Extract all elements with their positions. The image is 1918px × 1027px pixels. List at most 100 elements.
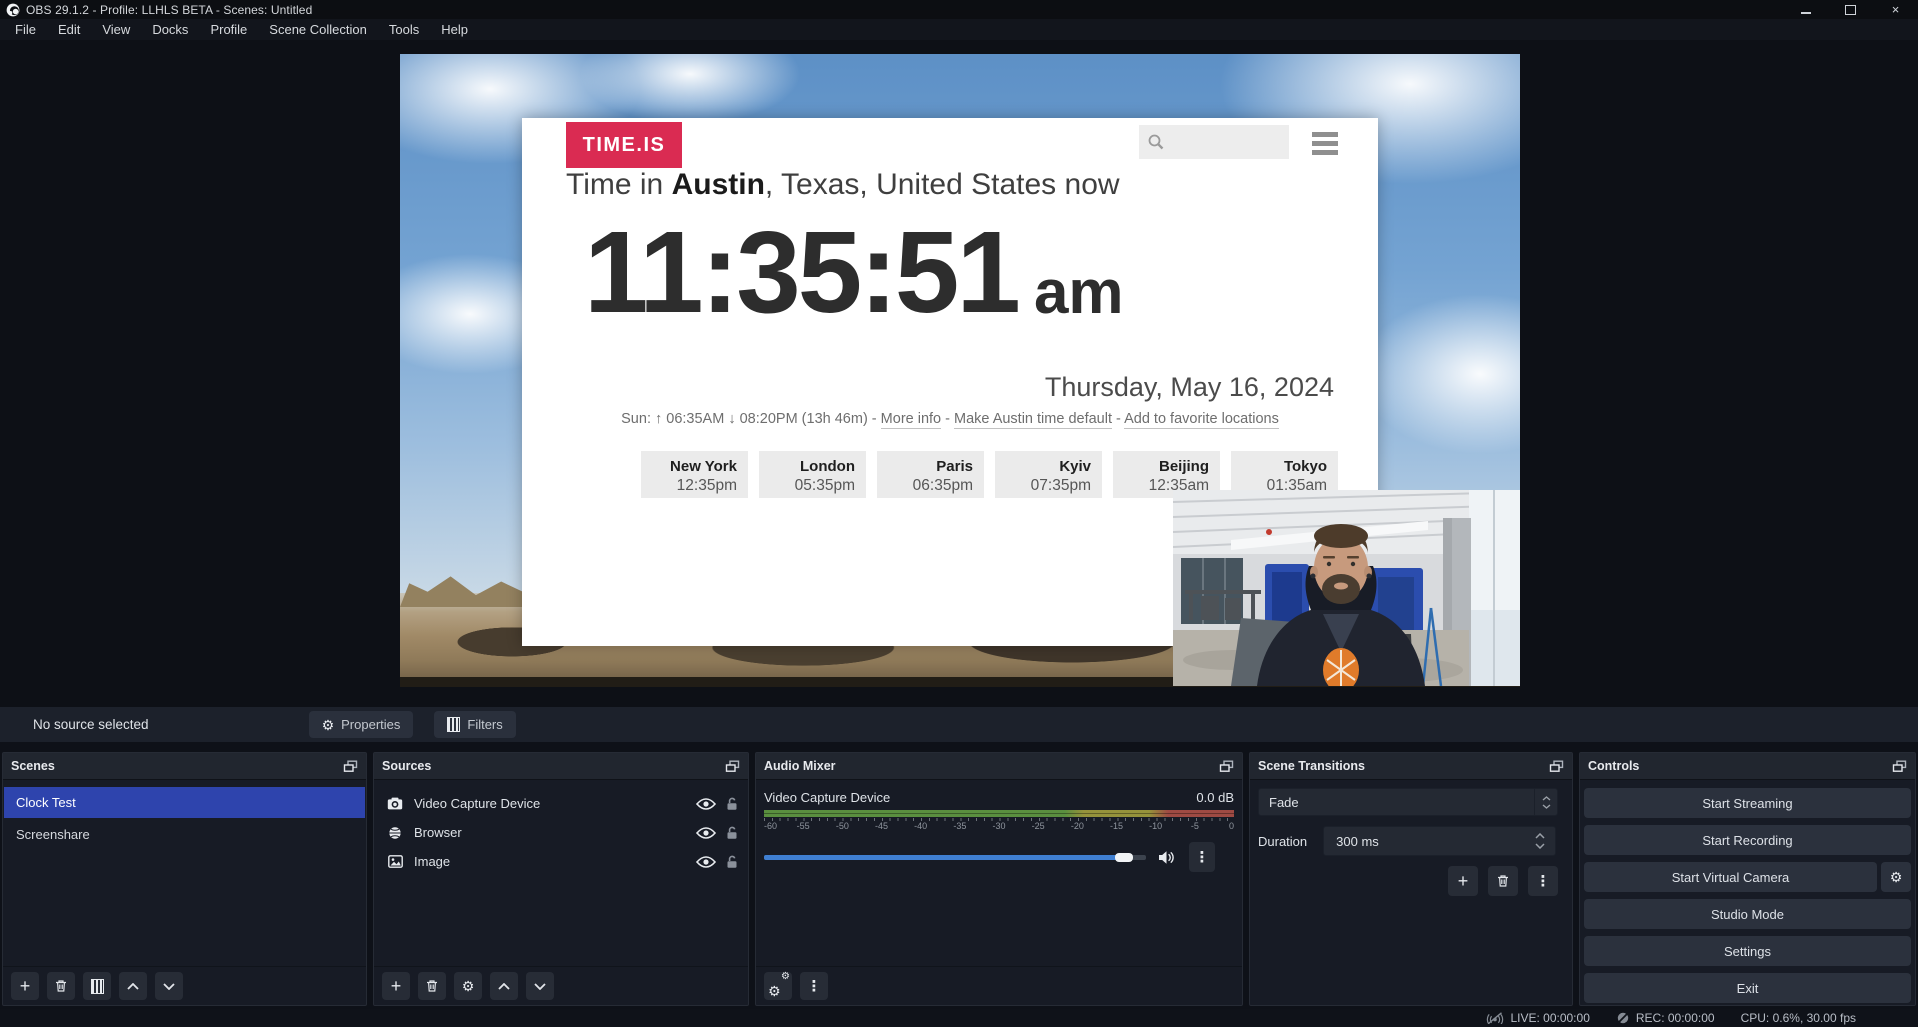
source-properties-button[interactable]: ⚙	[454, 972, 482, 1000]
kebab-icon: ⋮	[807, 979, 822, 994]
kebab-icon: ⋮	[1195, 848, 1210, 866]
filter-icon	[447, 717, 460, 732]
start-streaming-button[interactable]: Start Streaming	[1584, 788, 1911, 818]
menu-view[interactable]: View	[91, 19, 141, 40]
properties-button[interactable]: ⚙ Properties	[309, 711, 414, 738]
transition-select[interactable]: Fade	[1258, 788, 1558, 816]
menu-file[interactable]: File	[4, 19, 47, 40]
window-title: OBS 29.1.2 - Profile: LLHLS BETA - Scene…	[26, 3, 312, 17]
close-icon: ×	[1892, 2, 1900, 17]
add-scene-button[interactable]: +	[11, 972, 39, 1000]
add-transition-button[interactable]: +	[1448, 866, 1478, 896]
search-icon	[1147, 133, 1165, 151]
source-item-browser[interactable]: Browser	[374, 818, 748, 847]
title-bar: OBS 29.1.2 - Profile: LLHLS BETA - Scene…	[0, 0, 1918, 19]
search-input	[1165, 133, 1279, 151]
minimize-button[interactable]	[1783, 0, 1828, 19]
remove-source-button[interactable]	[418, 972, 446, 1000]
lock-icon[interactable]	[726, 797, 738, 811]
preview-canvas[interactable]: TIME.IS Time in Austin, Texas, United St…	[400, 54, 1520, 687]
city-card: New York12:35pm	[641, 451, 748, 498]
remove-scene-button[interactable]	[47, 972, 75, 1000]
double-gear-icon: ⚙⚙	[768, 977, 788, 995]
transition-selected-value: Fade	[1259, 795, 1534, 810]
settings-button[interactable]: Settings	[1584, 936, 1911, 966]
close-button[interactable]: ×	[1873, 0, 1918, 19]
plus-icon: +	[1458, 872, 1469, 890]
minimize-icon	[1801, 12, 1811, 14]
gear-icon: ⚙	[462, 979, 475, 993]
filters-button[interactable]: Filters	[434, 711, 515, 738]
spin-up-icon[interactable]	[1535, 833, 1545, 839]
chevron-up-icon	[498, 983, 510, 990]
select-arrows	[1534, 789, 1557, 815]
trash-icon	[1496, 874, 1510, 888]
visibility-eye-icon[interactable]	[696, 798, 716, 810]
controls-panel: Controls Start Streaming Start Recording…	[1579, 752, 1916, 1006]
visibility-eye-icon[interactable]	[696, 856, 716, 868]
filter-icon	[91, 979, 104, 994]
transition-menu-button[interactable]: ⋮	[1528, 866, 1558, 896]
menu-tools[interactable]: Tools	[378, 19, 430, 40]
channel-menu-button[interactable]: ⋮	[1189, 842, 1215, 872]
scene-item-clock-test[interactable]: Clock Test	[4, 787, 365, 818]
mixer-menu-button[interactable]: ⋮	[800, 972, 828, 1000]
controls-header: Controls	[1580, 753, 1915, 780]
volume-slider-handle[interactable]	[1115, 853, 1133, 862]
exit-button[interactable]: Exit	[1584, 973, 1911, 1003]
menu-profile[interactable]: Profile	[199, 19, 258, 40]
spin-down-icon[interactable]	[1535, 843, 1545, 849]
sources-header: Sources	[374, 753, 748, 780]
trash-icon	[425, 979, 439, 993]
speaker-icon[interactable]	[1158, 850, 1175, 865]
source-item-image[interactable]: Image	[374, 847, 748, 876]
popout-icon	[1219, 760, 1234, 773]
menu-scene-collection[interactable]: Scene Collection	[258, 19, 378, 40]
popout-icon	[1892, 760, 1907, 773]
menu-help[interactable]: Help	[430, 19, 479, 40]
advanced-audio-button[interactable]: ⚙⚙	[764, 972, 792, 1000]
maximize-button[interactable]	[1828, 0, 1873, 19]
source-item-video-capture[interactable]: Video Capture Device	[374, 789, 748, 818]
visibility-eye-icon[interactable]	[696, 827, 716, 839]
remove-transition-button[interactable]	[1488, 866, 1518, 896]
globe-icon	[386, 826, 404, 840]
scenes-panel: Scenes Clock Test Screenshare +	[2, 752, 367, 1006]
audio-mixer-toolbar: ⚙⚙ ⋮	[756, 966, 1242, 1005]
cpu-fps-status: CPU: 0.6%, 30.00 fps	[1741, 1011, 1856, 1025]
cloud	[1360, 294, 1520, 454]
volume-slider[interactable]	[764, 855, 1146, 860]
menu-bar: File Edit View Docks Profile Scene Colle…	[0, 19, 1918, 40]
scene-filters-button[interactable]	[83, 972, 111, 1000]
sources-toolbar: + ⚙	[374, 966, 748, 1005]
chevron-up-icon	[127, 983, 139, 990]
move-source-up-button[interactable]	[490, 972, 518, 1000]
move-scene-up-button[interactable]	[119, 972, 147, 1000]
scene-transitions-panel: Scene Transitions Fade Duration 300 ms	[1249, 752, 1573, 1006]
menu-edit[interactable]: Edit	[47, 19, 91, 40]
scene-transitions-header: Scene Transitions	[1250, 753, 1572, 780]
city-card: Paris06:35pm	[877, 451, 984, 498]
gear-icon: ⚙	[1890, 870, 1903, 884]
start-recording-button[interactable]: Start Recording	[1584, 825, 1911, 855]
trash-icon	[54, 979, 68, 993]
lock-icon[interactable]	[726, 826, 738, 840]
move-scene-down-button[interactable]	[155, 972, 183, 1000]
add-favorite-link: Add to favorite locations	[1124, 411, 1279, 429]
menu-docks[interactable]: Docks	[141, 19, 199, 40]
lock-icon[interactable]	[726, 855, 738, 869]
make-default-link: Make Austin time default	[954, 411, 1112, 429]
studio-mode-button[interactable]: Studio Mode	[1584, 899, 1911, 929]
chevron-up-icon	[1542, 796, 1551, 801]
move-source-down-button[interactable]	[526, 972, 554, 1000]
rec-status: REC: 00:00:00	[1616, 1011, 1715, 1025]
scene-item-screenshare[interactable]: Screenshare	[4, 819, 365, 850]
duration-spinbox[interactable]: 300 ms	[1323, 826, 1556, 856]
start-virtual-camera-button[interactable]: Start Virtual Camera	[1584, 862, 1877, 892]
timeis-logo: TIME.IS	[566, 122, 682, 168]
add-source-button[interactable]: +	[382, 972, 410, 1000]
virtual-camera-config-button[interactable]: ⚙	[1881, 862, 1911, 892]
popout-icon	[725, 760, 740, 773]
selected-source-toolbar: No source selected ⚙ Properties Filters	[0, 707, 1918, 742]
mixer-channel-name: Video Capture Device	[764, 790, 890, 805]
